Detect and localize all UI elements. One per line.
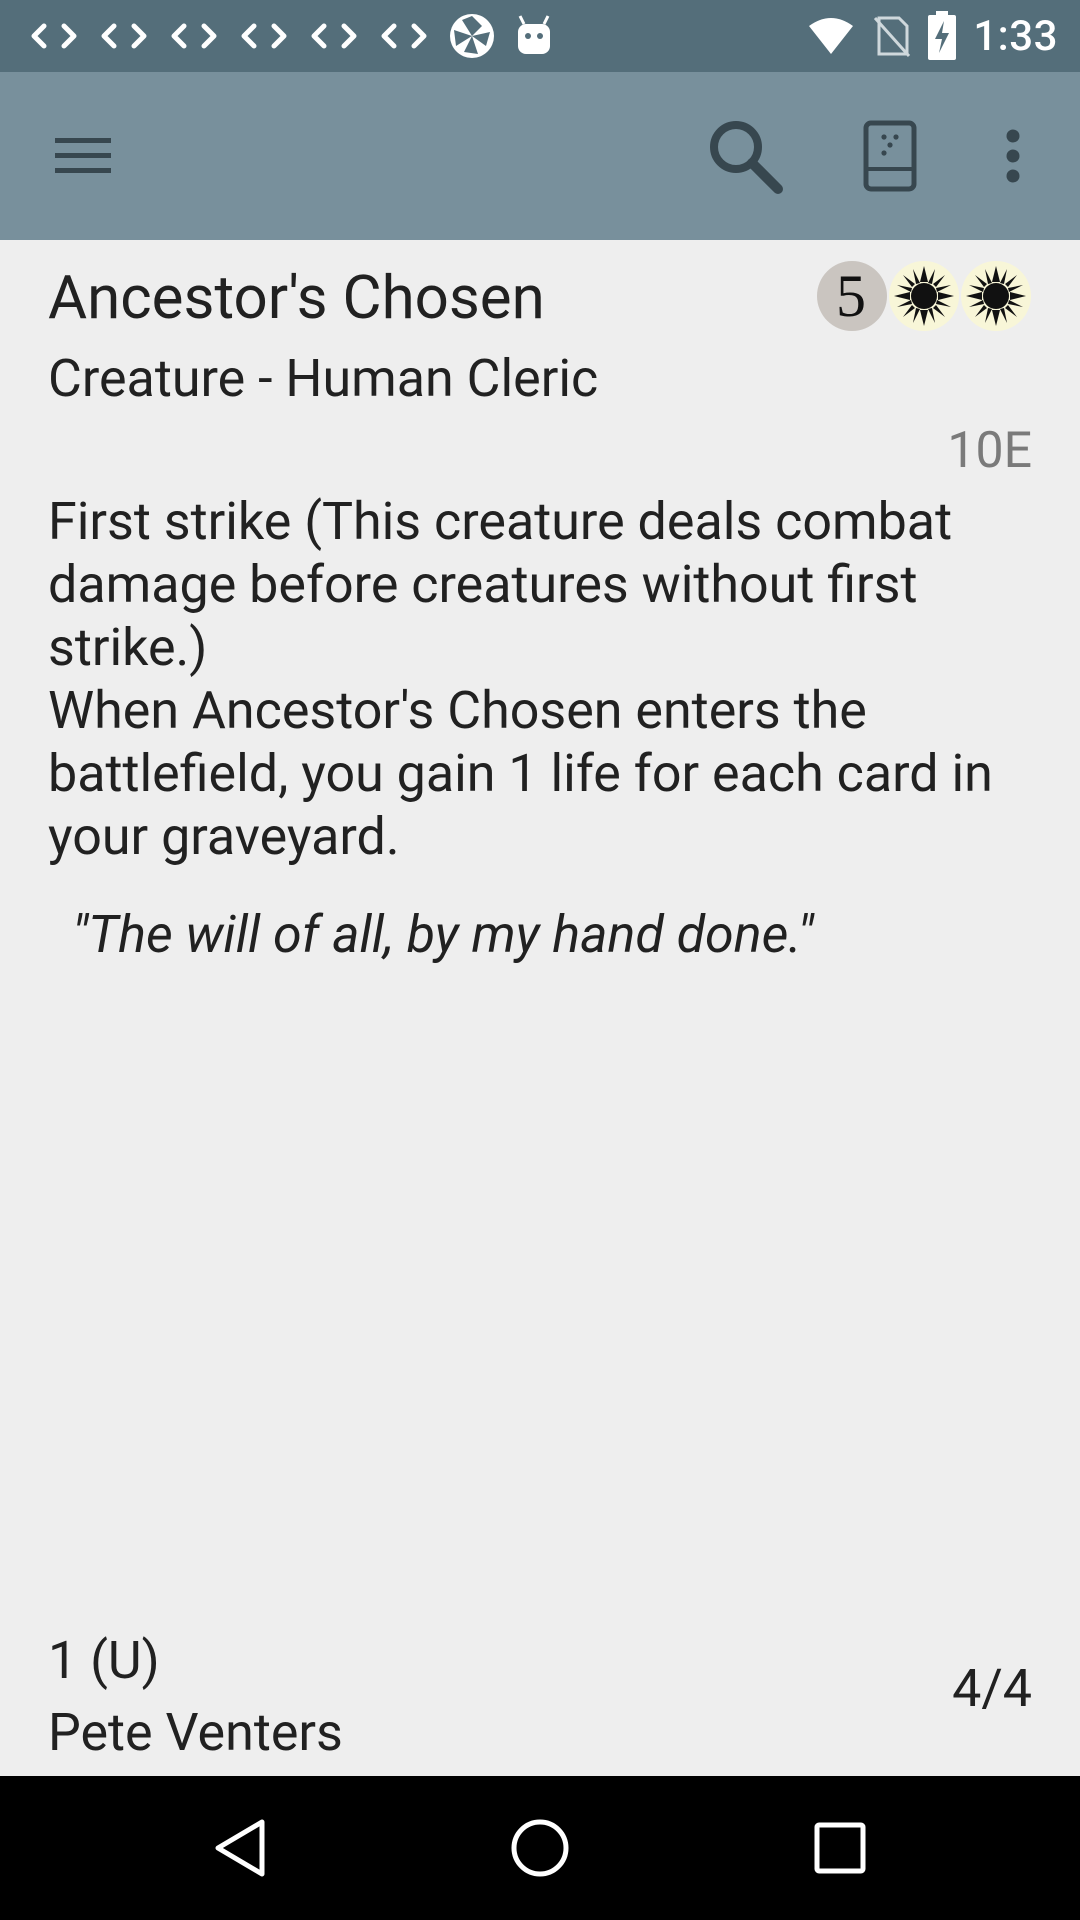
svg-text:5: 5 [836, 263, 866, 329]
power-toughness: 4/4 [952, 1658, 1032, 1719]
card-detail: Ancestor's Chosen 5 Creature - Human Cle… [0, 240, 1080, 1776]
navigation-bar [0, 1776, 1080, 1920]
rules-paragraph: When Ancestor's Chosen enters the battle… [48, 680, 993, 867]
home-icon [511, 1819, 569, 1877]
code-icon [31, 23, 77, 49]
code-icon [311, 23, 357, 49]
deck-icon [863, 120, 917, 192]
menu-button[interactable] [28, 72, 138, 240]
status-bar: 1:33 [0, 0, 1080, 72]
set-code: 10E [947, 422, 1032, 480]
app-toolbar [0, 72, 1080, 240]
code-icon [241, 23, 287, 49]
more-options-button[interactable] [968, 72, 1058, 240]
collector-number-rarity: 1 (U) [48, 1630, 160, 1691]
back-button[interactable] [160, 1776, 320, 1920]
type-line: Creature - Human Cleric [48, 348, 599, 409]
back-icon [215, 1819, 265, 1877]
search-icon [710, 121, 783, 194]
white-mana-icon [889, 261, 959, 331]
card-name: Ancestor's Chosen [48, 262, 545, 333]
wifi-icon [809, 18, 854, 54]
generic-mana-5-icon: 5 [817, 261, 887, 331]
no-sim-icon [874, 16, 911, 58]
flavor-text: "The will of all, by my hand done." [72, 904, 814, 965]
code-icon [101, 23, 147, 49]
card-footer-info: 1 (U) Pete Venters [48, 1625, 343, 1769]
artist-name: Pete Venters [48, 1702, 343, 1763]
search-button[interactable] [690, 72, 800, 240]
system-icons: 1:33 [807, 0, 1058, 72]
home-button[interactable] [460, 1776, 620, 1920]
code-icon [171, 23, 217, 49]
recents-icon [814, 1822, 866, 1874]
rules-paragraph: First strike (This creature deals combat… [48, 491, 953, 678]
shutter-icon [450, 14, 494, 58]
deck-button[interactable] [835, 72, 945, 240]
rules-text: First strike (This creature deals combat… [48, 490, 1038, 868]
clock: 1:33 [973, 11, 1058, 61]
more-vert-icon [1006, 129, 1020, 183]
code-icon [381, 23, 427, 49]
mana-cost: 5 [816, 260, 1032, 332]
white-mana-icon [961, 261, 1031, 331]
android-icon [518, 15, 550, 54]
recents-button[interactable] [760, 1776, 920, 1920]
menu-icon [55, 138, 111, 173]
notification-icons [28, 0, 554, 72]
battery-charging-icon [928, 11, 957, 60]
